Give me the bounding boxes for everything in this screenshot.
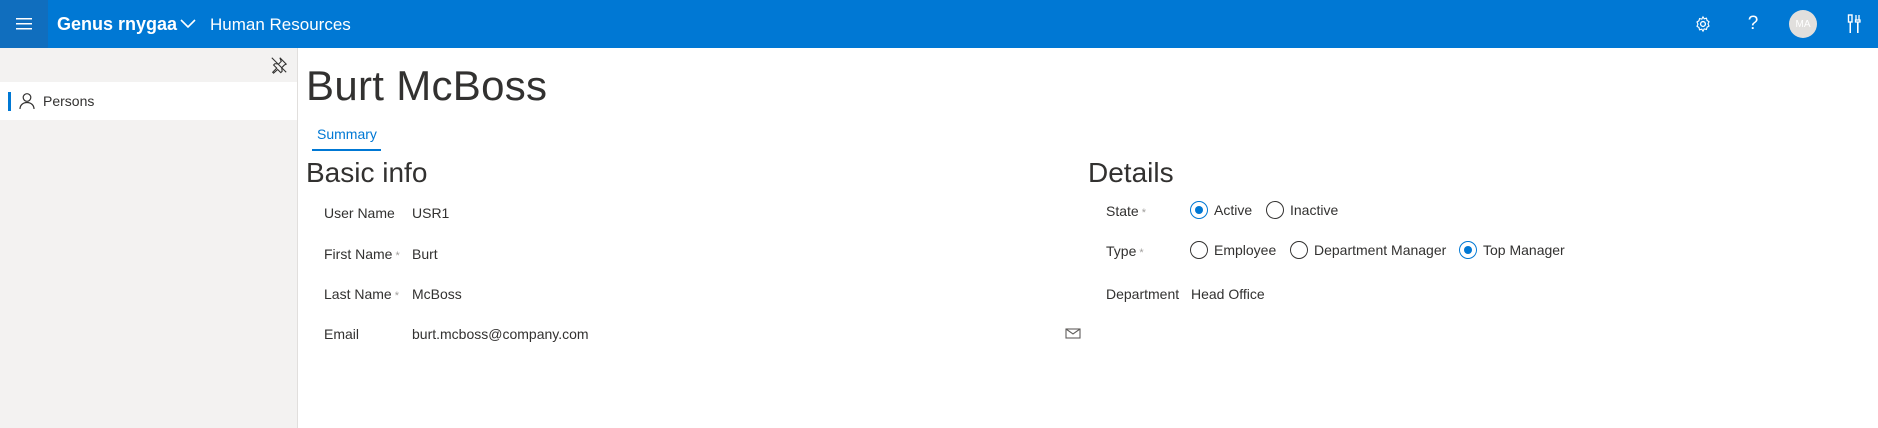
gear-icon: [1696, 15, 1710, 33]
department-value[interactable]: Head Office: [1191, 286, 1265, 302]
first-name-value[interactable]: Burt: [412, 246, 438, 262]
radio-label: Inactive: [1290, 202, 1339, 218]
radio-label: Department Manager: [1314, 242, 1447, 258]
email-label: Email: [324, 326, 360, 342]
state-radio-active[interactable]: Active: [1190, 201, 1252, 219]
state-radio-inactive[interactable]: Inactive: [1266, 201, 1338, 219]
tab-label: Summary: [317, 126, 377, 142]
radio-label: Active: [1214, 202, 1253, 218]
last-name-label: Last Name *: [324, 286, 399, 302]
section-title-basic-info: Basic info: [306, 157, 428, 188]
module-name[interactable]: Human Resources: [210, 15, 351, 35]
help-icon: ?: [1747, 13, 1759, 34]
radio-label: Employee: [1214, 242, 1277, 258]
tab-summary[interactable]: Summary: [312, 126, 382, 152]
first-name-label: First Name *: [324, 246, 400, 262]
person-icon: [19, 93, 35, 110]
top-bar: Genus rnygaa Human Resources ? MA: [0, 0, 1878, 48]
mail-icon: [1065, 328, 1081, 339]
type-radio-top-manager[interactable]: Top Manager: [1459, 241, 1565, 259]
pin-icon: [271, 57, 288, 74]
radio-unchecked-indicator: [1266, 201, 1284, 219]
department-label: Department: [1106, 286, 1180, 302]
radio-unchecked-indicator: [1190, 241, 1208, 259]
tab-active-underline: [312, 149, 381, 151]
hamburger-icon: [16, 18, 32, 30]
required-indicator: *: [394, 290, 399, 302]
chevron-down-icon: [180, 19, 196, 29]
settings-button[interactable]: [1691, 12, 1715, 36]
radio-checked-indicator: [1459, 241, 1477, 259]
radio-checked-indicator: [1190, 201, 1208, 219]
hamburger-menu-button[interactable]: [0, 0, 48, 48]
sidebar: Persons: [0, 48, 298, 428]
page-title: Burt McBoss: [306, 62, 548, 109]
user-name-label: User Name: [324, 205, 395, 221]
sidebar-item-persons[interactable]: Persons: [0, 82, 297, 120]
section-title-details: Details: [1088, 157, 1174, 188]
app-switcher-button[interactable]: [178, 14, 198, 34]
avatar[interactable]: MA: [1789, 10, 1817, 38]
type-radio-department-manager[interactable]: Department Manager: [1290, 241, 1446, 259]
state-label: State *: [1106, 203, 1146, 219]
required-indicator: *: [1139, 247, 1144, 259]
radio-label: Top Manager: [1483, 242, 1565, 258]
send-email-button[interactable]: [1065, 326, 1081, 340]
tools-icon: [1847, 14, 1861, 33]
required-indicator: *: [1141, 207, 1146, 219]
app-name[interactable]: Genus rnygaa: [57, 14, 177, 35]
selection-indicator: [8, 92, 11, 111]
type-label: Type *: [1106, 243, 1144, 259]
radio-unchecked-indicator: [1290, 241, 1308, 259]
sidebar-item-label: Persons: [43, 93, 95, 109]
email-value[interactable]: burt.mcboss@company.com: [412, 326, 589, 342]
last-name-value[interactable]: McBoss: [412, 286, 462, 302]
tools-button[interactable]: [1842, 12, 1866, 36]
user-name-value[interactable]: USR1: [412, 205, 449, 221]
help-button[interactable]: ?: [1741, 12, 1765, 36]
pin-sidebar-button[interactable]: [270, 56, 290, 76]
required-indicator: *: [395, 250, 400, 262]
type-radio-employee[interactable]: Employee: [1190, 241, 1276, 259]
